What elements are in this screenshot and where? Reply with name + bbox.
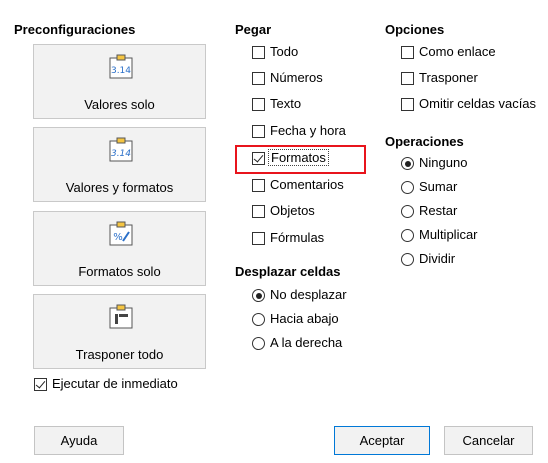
paste-formats-label: Formatos (268, 149, 329, 166)
run-immediately-label: Ejecutar de inmediato (52, 376, 178, 391)
option-transpose-label: Trasponer (419, 70, 478, 85)
shift-down-label: Hacia abajo (270, 311, 339, 326)
paste-formats-icon: % (109, 221, 133, 246)
shift-none-radio[interactable] (252, 289, 265, 302)
option-link-label: Como enlace (419, 44, 496, 59)
preset-formats-only-button[interactable]: % Formatos solo (33, 211, 206, 286)
shift-header: Desplazar celdas (235, 264, 341, 279)
operation-multiply-label: Multiplicar (419, 227, 478, 242)
paste-datetime-checkbox[interactable] (252, 125, 265, 138)
preset-label: Trasponer todo (75, 347, 164, 362)
paste-numbers-label: Números (270, 70, 323, 85)
preset-label: Formatos solo (78, 264, 161, 279)
preset-values-only-button[interactable]: 3.14 Valores solo (33, 44, 206, 119)
paste-all-checkbox[interactable] (252, 46, 265, 59)
paste-values-formats-icon: 3.14 (109, 137, 133, 162)
svg-text:3.14: 3.14 (111, 149, 131, 159)
operation-add-radio[interactable] (401, 181, 414, 194)
option-skip-empty-checkbox[interactable] (401, 98, 414, 111)
paste-all-label: Todo (270, 44, 299, 59)
paste-formulas-label: Fórmulas (270, 230, 325, 245)
paste-comments-checkbox[interactable] (252, 179, 265, 192)
presets-header: Preconfiguraciones (14, 22, 136, 37)
svg-text:%: % (113, 232, 123, 243)
operation-add-label: Sumar (419, 179, 458, 194)
shift-none-label: No desplazar (270, 287, 347, 302)
preset-label: Valores y formatos (65, 180, 174, 195)
operation-none-label: Ninguno (419, 155, 468, 170)
paste-datetime-label: Fecha y hora (270, 123, 346, 138)
shift-down-radio[interactable] (252, 313, 265, 326)
operations-header: Operaciones (385, 134, 464, 149)
paste-formats-checkbox[interactable] (252, 152, 265, 165)
preset-transpose-all-button[interactable]: Trasponer todo (33, 294, 206, 369)
option-link-checkbox[interactable] (401, 46, 414, 59)
paste-transpose-icon (109, 304, 133, 329)
svg-text:3.14: 3.14 (111, 66, 131, 76)
operation-divide-radio[interactable] (401, 253, 414, 266)
options-header: Opciones (385, 22, 445, 37)
option-transpose-checkbox[interactable] (401, 72, 414, 85)
shift-right-radio[interactable] (252, 337, 265, 350)
paste-objects-checkbox[interactable] (252, 205, 265, 218)
paste-objects-label: Objetos (270, 203, 315, 218)
preset-label: Valores solo (84, 97, 155, 112)
operation-divide-label: Dividir (419, 251, 456, 266)
paste-formulas-checkbox[interactable] (252, 232, 265, 245)
option-skip-empty-label: Omitir celdas vacías (419, 96, 537, 111)
ok-button[interactable]: Aceptar (334, 426, 430, 455)
shift-right-label: A la derecha (270, 335, 343, 350)
operation-multiply-radio[interactable] (401, 229, 414, 242)
paste-values-icon: 3.14 (109, 54, 133, 79)
paste-header: Pegar (235, 22, 272, 37)
run-immediately-checkbox[interactable] (34, 378, 47, 391)
paste-numbers-checkbox[interactable] (252, 72, 265, 85)
preset-values-formats-button[interactable]: 3.14 Valores y formatos (33, 127, 206, 202)
help-button[interactable]: Ayuda (34, 426, 124, 455)
operation-subtract-radio[interactable] (401, 205, 414, 218)
paste-comments-label: Comentarios (270, 177, 344, 192)
paste-text-checkbox[interactable] (252, 98, 265, 111)
cancel-button[interactable]: Cancelar (444, 426, 533, 455)
operation-subtract-label: Restar (419, 203, 458, 218)
operation-none-radio[interactable] (401, 157, 414, 170)
paste-text-label: Texto (270, 96, 302, 111)
